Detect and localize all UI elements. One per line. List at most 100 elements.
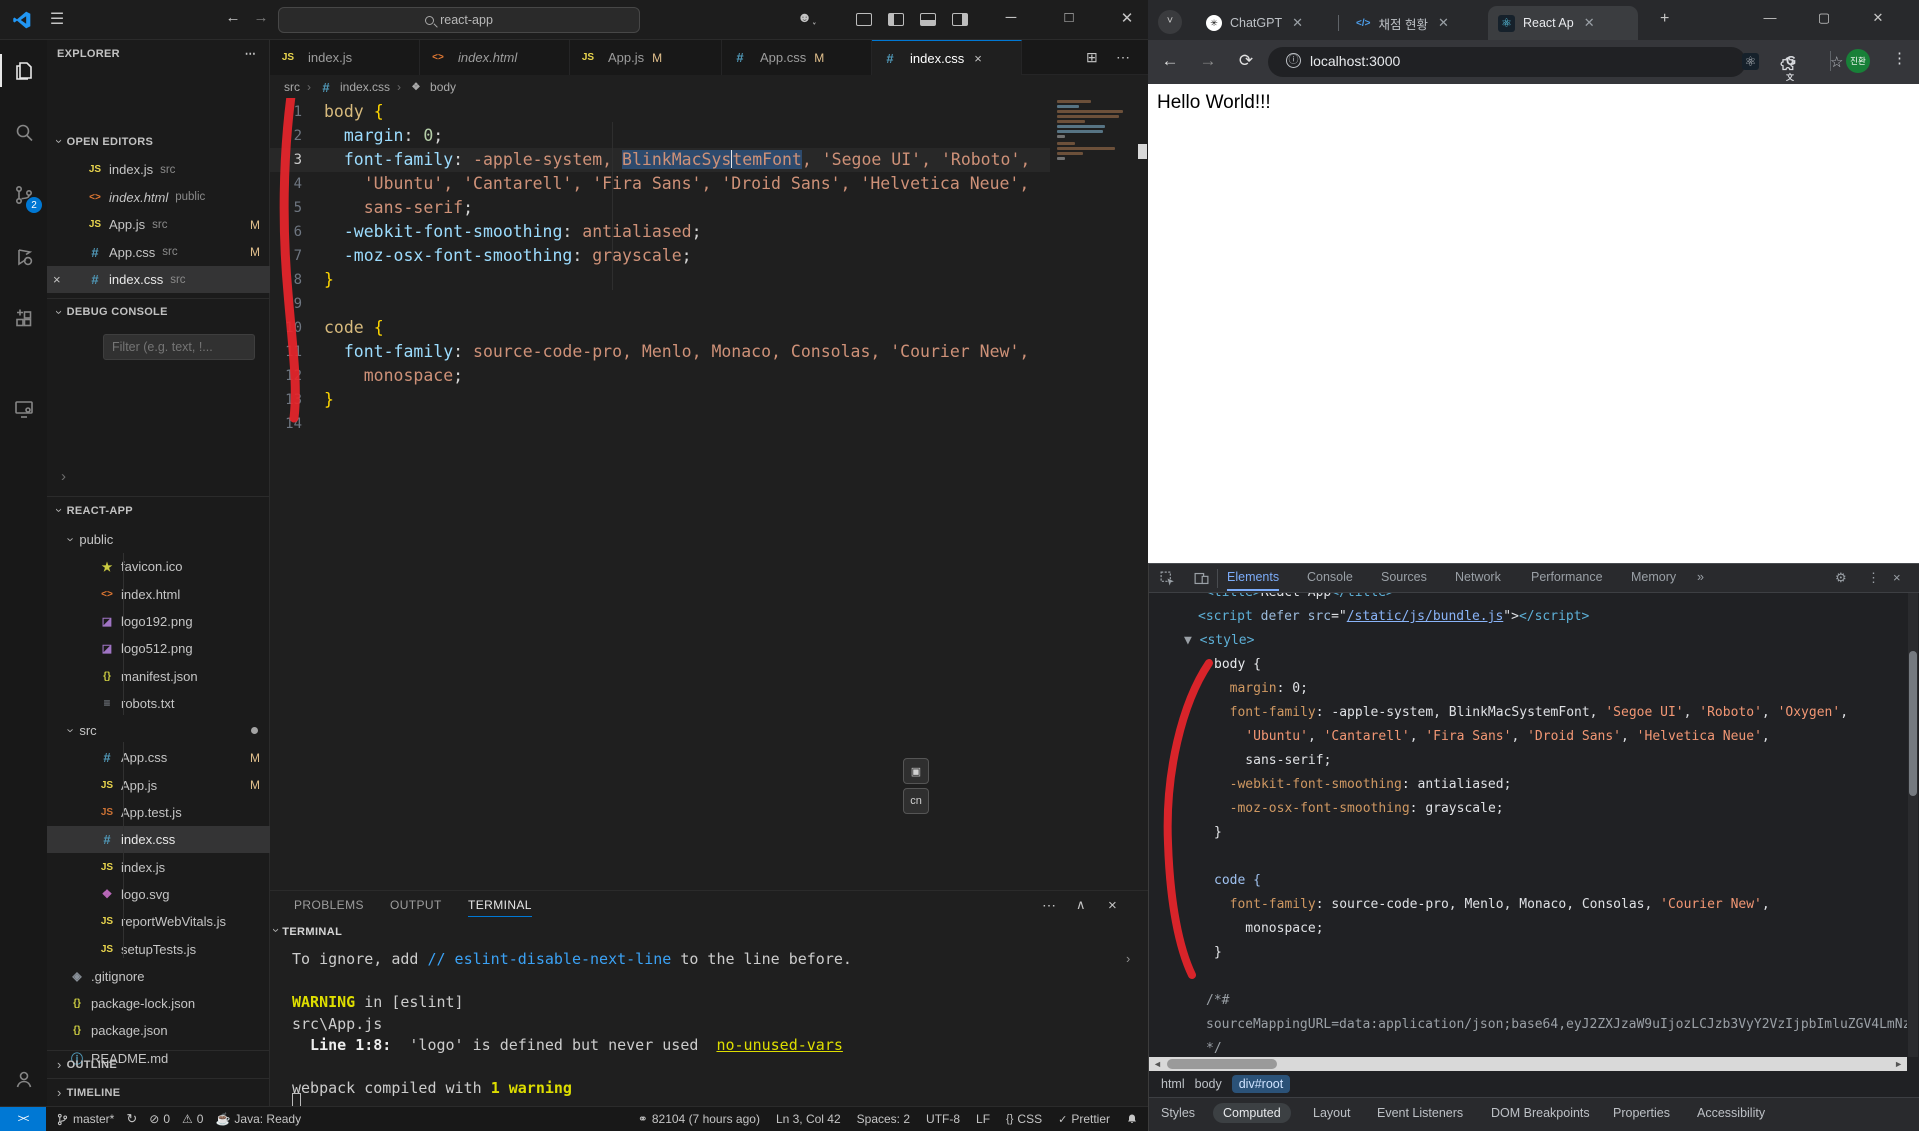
editor-tab-index.css[interactable]: # index.css × <box>872 40 1022 75</box>
tree-file-logo512.png[interactable]: ◪ logo512.png <box>47 635 270 662</box>
back-icon[interactable]: ← <box>1158 51 1182 71</box>
status-item-82104-7-hours-ago-[interactable]: ⚭ 82104 (7 hours ago) <box>638 1112 760 1126</box>
devtools-sidebar-tab-dom-breakpoints[interactable]: DOM Breakpoints <box>1491 1106 1590 1120</box>
devtools-sidebar-tab-computed[interactable]: Computed <box>1213 1103 1291 1123</box>
search-view-icon[interactable] <box>7 116 40 149</box>
outline-header[interactable]: › OUTLINE <box>47 1050 270 1078</box>
open-editor-App.css[interactable]: # App.css src M <box>47 239 270 266</box>
inspect-element-icon[interactable] <box>1159 570 1176 587</box>
dom-crumb-html[interactable]: html <box>1161 1077 1185 1091</box>
status-item-css[interactable]: {} CSS <box>1006 1112 1042 1126</box>
tree-file-logo.svg[interactable]: ❖ logo.svg <box>47 881 270 908</box>
open-editor-App.js[interactable]: JS App.js src M <box>47 211 270 238</box>
explorer-more-actions-icon[interactable]: ⋯ <box>245 47 256 60</box>
window-close-button[interactable]: ✕ <box>1116 9 1138 27</box>
chrome-tab-3[interactable]: ⚛ React Ap ✕ <box>1488 6 1638 40</box>
tree-file-App.test.js[interactable]: JS App.test.js <box>47 799 270 826</box>
project-section-header[interactable]: › REACT-APP <box>47 496 270 524</box>
code-editor[interactable]: 1 body {2 margin: 0; 3 font-family: -apple… <box>270 98 1148 874</box>
tree-file-logo192.png[interactable]: ◪ logo192.png <box>47 608 270 635</box>
window-maximize-button[interactable]: □ <box>1058 9 1080 26</box>
status-item-utf-8[interactable]: UTF-8 <box>926 1112 960 1126</box>
tree-file-App.css[interactable]: # App.css M <box>47 744 270 771</box>
accounts-icon[interactable] <box>7 1062 40 1095</box>
extensions-icon[interactable] <box>7 302 40 335</box>
device-toolbar-icon[interactable] <box>1193 570 1210 587</box>
tree-file-setupTests.js[interactable]: JS setupTests.js <box>47 936 270 963</box>
tree-folder-public[interactable]: › public <box>47 526 270 553</box>
scroll-right-icon[interactable]: ► <box>1894 1057 1903 1071</box>
debug-console-prompt[interactable]: › <box>61 468 66 485</box>
breadcrumb[interactable]: src › # index.css › ❖ body <box>270 76 1148 98</box>
run-debug-icon[interactable] <box>7 240 40 273</box>
tree-file-.gitignore[interactable]: ◈ .gitignore <box>47 963 270 990</box>
status-item-spaces-2[interactable]: Spaces: 2 <box>857 1112 910 1126</box>
nav-forward-icon[interactable]: → <box>250 9 272 26</box>
panel-tab-output[interactable]: OUTPUT <box>390 898 442 912</box>
timeline-header[interactable]: › TIMELINE <box>47 1078 270 1106</box>
devtools-tab-performance[interactable]: Performance <box>1531 570 1603 584</box>
url-text[interactable]: localhost:3000 <box>1310 53 1400 69</box>
tree-file-favicon.ico[interactable]: ★ favicon.ico <box>47 553 270 580</box>
tree-file-manifest.json[interactable]: {} manifest.json <box>47 663 270 690</box>
editor-tab-index.html[interactable]: <> index.html <box>420 40 570 75</box>
scroll-left-icon[interactable]: ◄ <box>1153 1057 1162 1071</box>
devtools-sidebar-tab-properties[interactable]: Properties <box>1613 1106 1670 1120</box>
devtools-tab-sources[interactable]: Sources <box>1381 570 1427 584</box>
status-item-0[interactable]: ⚠ 0 <box>182 1112 203 1126</box>
editor-tab-App.css[interactable]: # App.css M <box>722 40 872 75</box>
tree-file-package.json[interactable]: {} package.json <box>47 1017 270 1044</box>
tab-close-icon[interactable]: ✕ <box>1438 15 1449 31</box>
nav-back-icon[interactable]: ← <box>222 9 244 26</box>
window-minimize-button[interactable]: ─ <box>1000 9 1022 26</box>
bookmark-star-icon[interactable]: ☆ <box>1830 53 1843 71</box>
more-panels-icon[interactable]: » <box>1697 570 1704 584</box>
open-editors-header[interactable]: › OPEN EDITORS <box>47 128 270 155</box>
profile-avatar[interactable]: 진환 <box>1846 49 1870 73</box>
toggle-primary-sidebar-icon[interactable] <box>888 13 904 26</box>
panel-close-icon[interactable]: × <box>1108 897 1117 914</box>
tree-file-index.html[interactable]: <> index.html <box>47 581 270 608</box>
chrome-tab-1[interactable]: ✳ ChatGPT ✕ <box>1196 6 1336 40</box>
reload-icon[interactable]: ⟳ <box>1234 51 1258 71</box>
tab-close-icon[interactable]: ✕ <box>1584 15 1595 31</box>
editor-tab-App.js[interactable]: JS App.js M <box>570 40 722 75</box>
new-tab-button[interactable]: + <box>1660 10 1669 28</box>
panel-tab-problems[interactable]: PROBLEMS <box>294 898 364 912</box>
panel-maximize-icon[interactable]: ∧ <box>1076 897 1086 913</box>
toggle-secondary-sidebar-icon[interactable] <box>952 13 968 26</box>
devtools-dom-tree[interactable]: <title>React App</title> <script defer sr… <box>1149 593 1907 1057</box>
terminal-view-header[interactable]: › TERMINAL › <box>269 923 1130 966</box>
chrome-minimize-button[interactable]: — <box>1760 10 1780 25</box>
tree-folder-src[interactable]: › src <box>47 717 270 744</box>
status-item-master-[interactable]: master* <box>56 1112 114 1126</box>
devtools-tab-console[interactable]: Console <box>1307 570 1353 584</box>
devtools-horizontal-scrollbar[interactable]: ◄ ► <box>1149 1057 1907 1071</box>
command-center-search[interactable]: react-app <box>278 7 640 33</box>
chrome-tab-2[interactable]: </> 채점 현황 ✕ <box>1346 6 1482 40</box>
split-editor-icon[interactable]: ⊞ <box>1086 49 1098 66</box>
devtools-sidebar-tab-styles[interactable]: Styles <box>1161 1106 1195 1120</box>
scrollbar-thumb[interactable] <box>1167 1059 1277 1069</box>
debug-console-header[interactable]: › DEBUG CONSOLE <box>47 298 270 325</box>
open-editor-index.html[interactable]: <> index.html public <box>47 184 270 211</box>
status-item-ln-3-col-42[interactable]: Ln 3, Col 42 <box>776 1112 841 1126</box>
open-editor-index.css[interactable]: × # index.css src <box>47 266 270 293</box>
menu-icon[interactable]: ☰ <box>46 9 68 29</box>
dom-crumb-div-root[interactable]: div#root <box>1231 1075 1291 1093</box>
forward-icon[interactable]: → <box>1196 51 1220 71</box>
react-devtools-extension-icon[interactable]: ⚛ <box>1742 53 1759 70</box>
devtools-settings-gear-icon[interactable]: ⚙ <box>1835 570 1847 586</box>
toggle-panel-icon[interactable] <box>920 13 936 26</box>
tree-file-package-lock.json[interactable]: {} package-lock.json <box>47 990 270 1017</box>
status-item-prettier[interactable]: ✓ Prettier <box>1058 1112 1110 1126</box>
tree-file-App.js[interactable]: JS App.js M <box>47 772 270 799</box>
devtools-tab-elements[interactable]: Elements <box>1227 570 1280 591</box>
site-info-icon[interactable]: ⓘ <box>1286 53 1301 68</box>
close-icon[interactable]: × <box>53 272 67 287</box>
devtools-menu-icon[interactable]: ⋮ <box>1867 570 1880 586</box>
devtools-tab-network[interactable]: Network <box>1455 570 1501 584</box>
breadcrumb-item[interactable]: src <box>284 80 300 94</box>
extensions-puzzle-icon[interactable] <box>1780 53 1798 71</box>
devtools-sidebar-tab-layout[interactable]: Layout <box>1313 1106 1351 1120</box>
